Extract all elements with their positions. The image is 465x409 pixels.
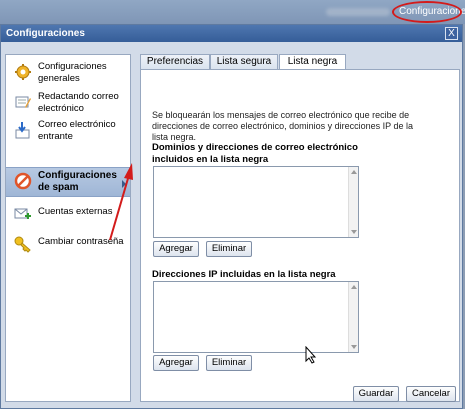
sidebar-item-label: Configuraciones de spam <box>38 170 117 193</box>
remove-ip-button[interactable]: Eliminar <box>206 355 252 371</box>
sidebar-item-password[interactable]: Cambiar contraseña <box>6 233 130 255</box>
sidebar-item-general[interactable]: Configuraciones generales <box>6 61 130 91</box>
dialog-titlebar: Configuraciones X <box>1 25 462 42</box>
sidebar-item-label: Cuentas externas <box>38 206 113 217</box>
close-button[interactable]: X <box>445 27 458 40</box>
add-domain-button[interactable]: Agregar <box>153 241 199 257</box>
blacklist-description: Se bloquearán los mensajes de correo ele… <box>152 110 413 142</box>
add-ip-button[interactable]: Agregar <box>153 355 199 371</box>
compose-icon <box>14 93 32 111</box>
sidebar-item-compose[interactable]: Redactando correo electrónico <box>6 91 130 119</box>
sidebar-item-label: Redactando correo electrónico <box>38 91 119 114</box>
highlight-ellipse-annotation <box>392 1 462 23</box>
sidebar-item-incoming[interactable]: Correo electrónico entrante <box>6 119 130 149</box>
settings-sidebar: Configuraciones generales Redactando cor… <box>5 54 131 402</box>
blacklist-panel: Se bloquearán los mensajes de correo ele… <box>140 69 460 402</box>
domains-listbox[interactable] <box>153 166 359 238</box>
chevron-right-icon <box>122 180 126 188</box>
domains-section-label: Dominios y direcciones de correo electró… <box>152 142 358 165</box>
sidebar-item-label: Cambiar contraseña <box>38 236 124 247</box>
dialog-title: Configuraciones <box>6 28 85 39</box>
sidebar-item-spam[interactable]: Configuraciones de spam <box>6 167 130 197</box>
blurred-username <box>326 8 390 16</box>
sidebar-item-label: Configuraciones generales <box>38 61 107 84</box>
sidebar-item-label: Correo electrónico entrante <box>38 119 116 142</box>
incoming-mail-icon <box>14 121 32 139</box>
cancel-button[interactable]: Cancelar <box>406 386 456 402</box>
settings-dialog: Configuraciones X Configuraciones genera… <box>0 24 463 409</box>
scroll-up-icon[interactable] <box>351 170 357 174</box>
external-accounts-icon <box>14 205 32 223</box>
save-button[interactable]: Guardar <box>353 386 399 402</box>
mouse-cursor-icon <box>305 346 317 364</box>
scroll-down-icon[interactable] <box>351 345 357 349</box>
key-icon <box>14 235 32 253</box>
remove-domain-button[interactable]: Eliminar <box>206 241 252 257</box>
tab-preferences[interactable]: Preferencias <box>140 54 210 70</box>
sidebar-item-external[interactable]: Cuentas externas <box>6 203 130 225</box>
ip-scrollbar[interactable] <box>348 282 358 352</box>
domains-scrollbar[interactable] <box>348 167 358 237</box>
no-spam-icon <box>14 172 32 190</box>
ip-listbox[interactable] <box>153 281 359 353</box>
scroll-down-icon[interactable] <box>351 230 357 234</box>
gear-icon <box>14 63 32 81</box>
tab-safe-list[interactable]: Lista segura <box>210 54 278 70</box>
ip-section-label: Direcciones IP incluidas en la lista neg… <box>152 269 336 280</box>
scroll-up-icon[interactable] <box>351 285 357 289</box>
top-header-bar: Configuraciones <box>0 0 465 24</box>
